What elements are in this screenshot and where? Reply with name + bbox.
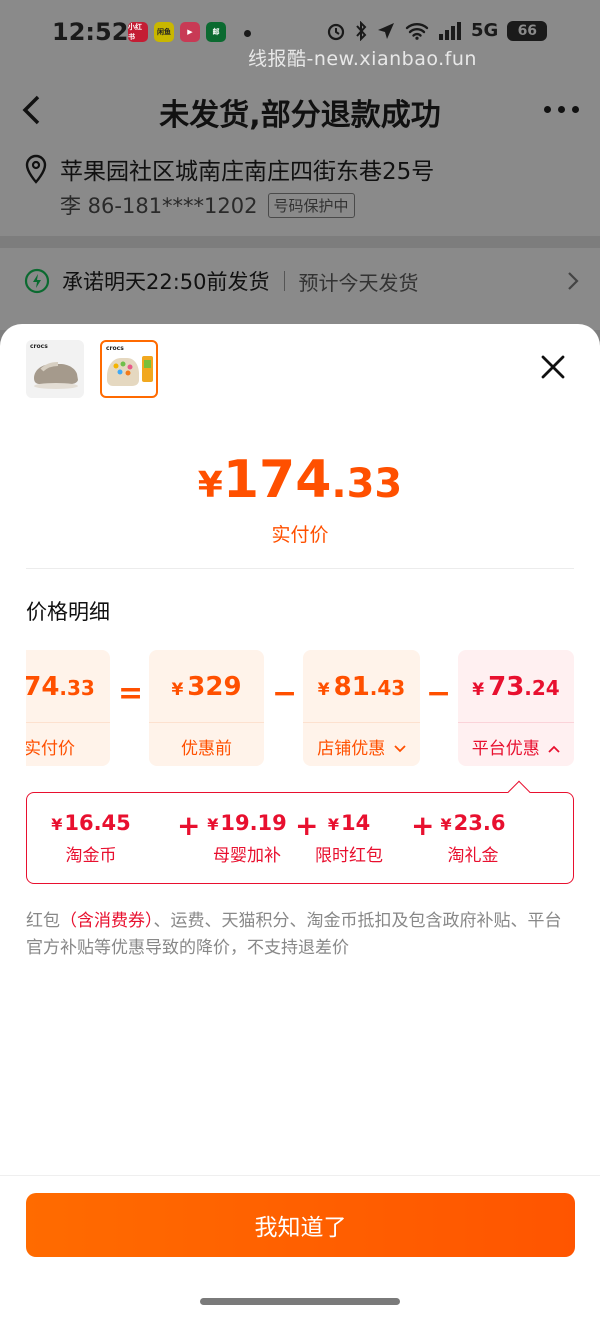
price-detail-title: 价格明细 [26,600,110,624]
close-icon[interactable] [540,354,566,380]
chevron-right-icon [568,272,579,290]
location-arrow-icon [378,22,394,39]
breakdown-pointer [507,780,531,804]
lightning-bolt-icon [24,268,50,294]
paid-card: 174.33 实付价 [26,650,110,766]
product-thumbnail-selected[interactable]: crocs [100,340,158,398]
xianyu-app-icon: 闲鱼 [154,22,174,42]
shop-discount-value: ¥81.43 [317,672,406,702]
equals-operator: = [118,676,144,711]
paid-price-currency: ¥ [197,465,223,506]
paid-card-label: 实付价 [26,739,75,759]
nav-bar: 未发货,部分退款成功 [0,84,600,136]
platform-discount-breakdown: ¥16.45 淘金币 + ¥19.19 母婴加补 + ¥14 限时红包 + ¥2… [26,780,574,884]
order-page-background: 12:52 小红书 闲鱼 ▶ 邮 5G 66 线报酷-new.xianbao.f… [0,0,600,330]
section-divider [0,236,600,248]
note-highlight: （含消费券） [60,911,154,931]
paid-price-decimal: .33 [331,461,403,507]
watermark-text: 线报酷-new.xianbao.fun [248,48,477,70]
price-formula: 174.33 实付价 = ¥329 优惠前 − ¥81.43 店铺优惠 − ¥7… [26,648,574,768]
status-time: 12:52 [52,18,129,46]
thumbnail-brand-logo: crocs [30,343,48,350]
number-protect-badge: 号码保护中 [267,192,355,218]
footer-divider [0,1175,600,1176]
shipping-separator [283,271,285,291]
video-app-icon: ▶ [180,22,200,42]
more-menu-icon[interactable] [544,106,579,113]
post-app-icon: 邮 [206,22,226,42]
shop-discount-card[interactable]: ¥81.43 店铺优惠 [303,650,420,766]
xiaohongshu-app-icon: 小红书 [128,22,148,42]
platform-discount-value: ¥73.24 [472,672,560,702]
wifi-icon [405,22,429,40]
refund-policy-note: 红包（含消费券）、运费、天猫积分、淘金币抵扣及包含政府补贴、平台官方补贴等优惠导… [26,911,562,958]
paid-price-caption: 实付价 [271,524,329,546]
status-bar: 12:52 小红书 闲鱼 ▶ 邮 5G 66 线报酷-new.xianbao.f… [0,0,600,70]
address-row[interactable]: 苹果园社区城南庄南庄四街东巷25号 [24,152,434,186]
product-thumbnail[interactable]: crocs [26,340,84,398]
breakdown-item-muying: ¥19.19 母婴加补 [207,811,287,866]
shipping-promise-text: 承诺明天22:50前发货 [62,270,270,294]
battery-icon: 66 [507,20,548,41]
paid-price-integer: 174 [222,450,332,510]
original-price-card: ¥329 优惠前 [149,650,264,766]
breakdown-item-hongbao: ¥14 限时红包 [315,811,383,866]
status-app-icons: 小红书 闲鱼 ▶ 邮 [128,22,226,42]
original-price-label: 优惠前 [181,739,232,759]
paid-card-value: 174.33 [26,672,95,702]
network-label: 5G [471,20,499,41]
shipping-promise-row[interactable]: 承诺明天22:50前发货 预计今天发货 [24,266,580,296]
shop-discount-label: 店铺优惠 [303,734,420,759]
chevron-up-icon [548,745,560,753]
home-indicator [200,1298,400,1305]
thumbnail-brand-logo: crocs [106,345,124,352]
divider [26,568,574,569]
page-title: 未发货,部分退款成功 [159,98,441,133]
platform-discount-label: 平台优惠 [458,734,574,759]
minus-operator: − [426,676,452,711]
alarm-icon [327,23,345,40]
address-text: 苹果园社区城南庄南庄四街东巷25号 [60,159,435,185]
bluetooth-icon [356,20,367,41]
breakdown-item-lijin: ¥23.6 淘礼金 [440,811,506,866]
status-dot-icon [244,30,251,37]
platform-discount-card[interactable]: ¥73.24 平台优惠 [458,650,574,766]
chevron-down-icon [394,745,406,753]
price-detail-sheet: crocs crocs ¥174.33 实付价 价格明细 174.33 [0,324,600,1318]
got-it-button[interactable]: 我知道了 [26,1193,575,1257]
paid-price: ¥174.33 [0,450,600,510]
breakdown-item-taojinbi: ¥16.45 淘金币 [51,811,131,866]
minus-operator: − [272,676,298,711]
contact-row: 李 86-181****1202 号码保护中 [60,190,355,220]
signal-icon [439,21,461,40]
status-system-icons: 5G 66 [326,20,548,41]
shipping-estimate-text: 预计今天发货 [298,270,419,295]
location-pin-icon [25,154,47,184]
original-price-value: ¥329 [171,672,242,702]
contact-text: 李 86-181****1202 [60,194,258,218]
